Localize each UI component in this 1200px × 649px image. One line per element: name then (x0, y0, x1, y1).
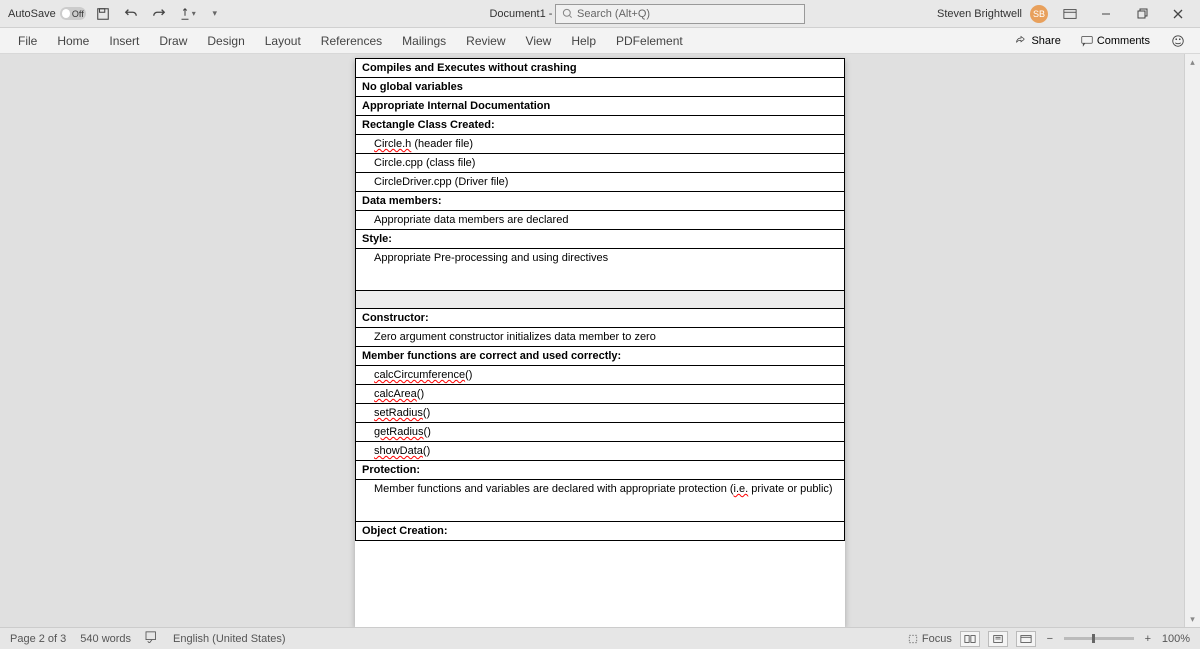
table-row: Member functions are correct and used co… (356, 347, 845, 366)
table-row: setRadius() (356, 404, 845, 423)
minimize-button[interactable] (1092, 4, 1120, 24)
table-row: Appropriate data members are declared (356, 211, 845, 230)
table-row: Appropriate Internal Documentation (356, 97, 845, 116)
share-icon (1015, 35, 1027, 47)
table-row: No global variables (356, 78, 845, 97)
table-row: calcCircumference() (356, 366, 845, 385)
table-row: Protection: (356, 461, 845, 480)
table-row: CircleDriver.cpp (Driver file) (356, 173, 845, 192)
print-layout-icon[interactable] (988, 631, 1008, 647)
language-indicator[interactable]: English (United States) (173, 633, 286, 645)
tab-file[interactable]: File (8, 34, 47, 48)
tab-references[interactable]: References (311, 34, 392, 48)
table-row: showData() (356, 442, 845, 461)
zoom-out-button[interactable]: − (1044, 633, 1056, 645)
share-label: Share (1031, 35, 1060, 47)
table-row (356, 291, 845, 309)
tab-view[interactable]: View (516, 34, 562, 48)
tab-pdfelement[interactable]: PDFelement (606, 34, 693, 48)
table-row: Circle.cpp (class file) (356, 154, 845, 173)
share-button[interactable]: Share (1009, 33, 1066, 49)
table-row: Object Creation: (356, 522, 845, 541)
comments-label: Comments (1097, 35, 1150, 47)
tab-layout[interactable]: Layout (255, 34, 311, 48)
titlebar: AutoSave Off ▾ ▾ Document1 - Word Search… (0, 0, 1200, 28)
comment-icon (1081, 35, 1093, 47)
redo-icon[interactable] (148, 3, 170, 25)
zoom-level[interactable]: 100% (1162, 633, 1190, 645)
tab-mailings[interactable]: Mailings (392, 34, 456, 48)
autosave-state: Off (72, 9, 84, 19)
rubric-table: Compiles and Executes without crashingNo… (355, 58, 845, 541)
spellcheck-icon[interactable] (145, 631, 159, 646)
web-layout-icon[interactable] (1016, 631, 1036, 647)
table-row: Zero argument constructor initializes da… (356, 328, 845, 347)
user-name: Steven Brightwell (937, 8, 1022, 20)
focus-button[interactable]: Focus (907, 633, 952, 645)
table-row: Rectangle Class Created: (356, 116, 845, 135)
document-page[interactable]: Compiles and Executes without crashingNo… (355, 58, 845, 627)
tab-design[interactable]: Design (197, 34, 254, 48)
autosave-toggle[interactable]: AutoSave Off (8, 7, 86, 20)
tab-review[interactable]: Review (456, 34, 515, 48)
ribbon-tabs: FileHomeInsertDrawDesignLayoutReferences… (0, 28, 1200, 54)
tab-insert[interactable]: Insert (99, 34, 149, 48)
table-row: Appropriate Pre-processing and using dir… (356, 249, 845, 291)
vertical-scrollbar[interactable]: ▴ ▾ (1184, 54, 1200, 627)
table-row: getRadius() (356, 423, 845, 442)
page-indicator[interactable]: Page 2 of 3 (10, 633, 66, 645)
close-button[interactable] (1164, 4, 1192, 24)
search-icon (562, 8, 573, 19)
table-row: Constructor: (356, 309, 845, 328)
tab-draw[interactable]: Draw (149, 34, 197, 48)
touch-mode-icon[interactable]: ▾ (176, 3, 198, 25)
table-row: Data members: (356, 192, 845, 211)
scroll-up-icon[interactable]: ▴ (1187, 56, 1199, 68)
focus-icon (907, 633, 919, 645)
table-row: Circle.h (header file) (356, 135, 845, 154)
table-row: Compiles and Executes without crashing (356, 59, 845, 78)
save-icon[interactable] (92, 3, 114, 25)
table-row: calcArea() (356, 385, 845, 404)
focus-label: Focus (922, 633, 952, 645)
scroll-down-icon[interactable]: ▾ (1187, 613, 1199, 625)
zoom-in-button[interactable]: + (1142, 633, 1154, 645)
qat-more-icon[interactable]: ▾ (204, 3, 226, 25)
search-input[interactable]: Search (Alt+Q) (555, 4, 805, 24)
comments-button[interactable]: Comments (1075, 33, 1156, 49)
statusbar: Page 2 of 3 540 words English (United St… (0, 627, 1200, 649)
tab-home[interactable]: Home (47, 34, 99, 48)
search-placeholder: Search (Alt+Q) (577, 8, 650, 20)
word-count[interactable]: 540 words (80, 633, 131, 645)
maximize-button[interactable] (1128, 4, 1156, 24)
user-avatar[interactable]: SB (1030, 5, 1048, 23)
undo-icon[interactable] (120, 3, 142, 25)
read-mode-icon[interactable] (960, 631, 980, 647)
toggle-switch[interactable]: Off (60, 7, 86, 20)
table-row: Member functions and variables are decla… (356, 480, 845, 522)
table-row: Style: (356, 230, 845, 249)
tab-help[interactable]: Help (561, 34, 606, 48)
autosave-label: AutoSave (8, 8, 56, 20)
document-area: Compiles and Executes without crashingNo… (0, 54, 1200, 627)
smiley-icon[interactable] (1164, 31, 1192, 51)
ribbon-display-icon[interactable] (1056, 4, 1084, 24)
zoom-slider[interactable] (1064, 637, 1134, 640)
